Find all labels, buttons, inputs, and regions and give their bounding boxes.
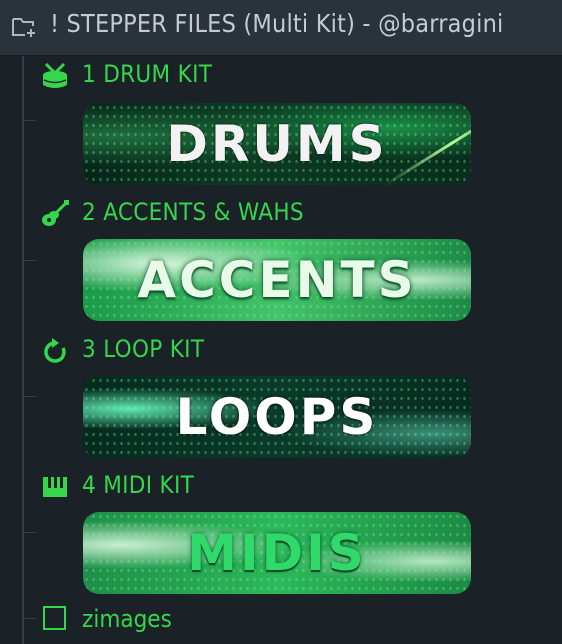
browser-title[interactable]: ! STEPPER FILES (Multi Kit) - @barragini [50, 9, 504, 38]
drum-icon [43, 62, 67, 88]
folder-label: 3 LOOP KIT [82, 335, 205, 363]
banner-text: MIDIS [187, 524, 367, 582]
banner-loops[interactable]: LOOPS [83, 376, 471, 458]
tree-tick [22, 532, 36, 533]
piano-icon [43, 477, 67, 497]
empty-box-icon[interactable] [43, 606, 66, 630]
banner-drums[interactable]: DRUMS [83, 103, 471, 185]
add-folder-icon[interactable] [12, 16, 38, 38]
loop-icon [44, 338, 66, 363]
browser-header: ! STEPPER FILES (Multi Kit) - @barragini [0, 0, 562, 56]
banner-accents[interactable]: ACCENTS [83, 239, 471, 321]
banner-text: LOOPS [175, 388, 379, 446]
tree-line [22, 56, 24, 644]
banner-text: DRUMS [166, 115, 388, 173]
tree-tick [22, 396, 36, 397]
banner-text: ACCENTS [137, 251, 417, 309]
banner-midis[interactable]: MIDIS [83, 512, 471, 594]
guitar-icon [42, 200, 69, 226]
tree-tick [22, 260, 36, 261]
folder-label-zimages[interactable]: zimages [82, 605, 172, 633]
tree-tick [22, 618, 36, 619]
tree-tick [22, 120, 36, 121]
folder-label: 2 ACCENTS & WAHS [82, 198, 304, 226]
folder-label: 4 MIDI KIT [82, 471, 195, 499]
folder-label: 1 DRUM KIT [82, 60, 213, 88]
